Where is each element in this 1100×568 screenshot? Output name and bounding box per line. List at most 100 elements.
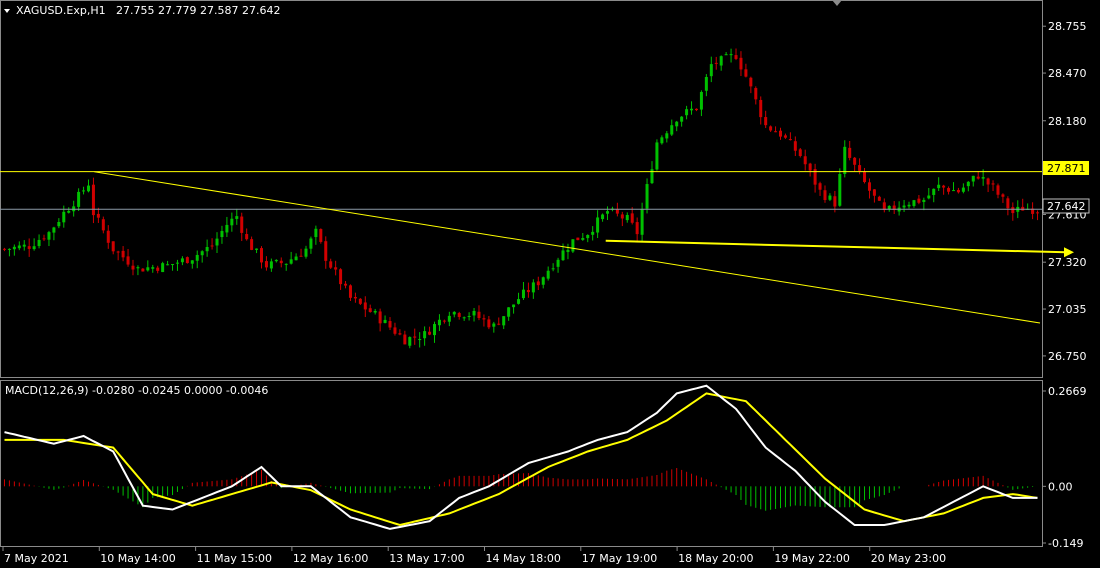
candle	[32, 238, 36, 251]
candle	[324, 236, 328, 269]
candle	[783, 133, 787, 139]
candle	[334, 260, 338, 276]
candle	[769, 125, 773, 132]
candle	[82, 186, 86, 195]
candle	[744, 63, 748, 78]
price-tick-label: 28.180	[1048, 115, 1087, 128]
candle	[156, 265, 160, 274]
candle	[230, 212, 234, 232]
candle	[403, 330, 407, 345]
candle	[922, 197, 926, 211]
time-tick-label: 13 May 17:00	[389, 552, 464, 565]
price-tick-label: 27.320	[1048, 256, 1087, 269]
candle	[937, 177, 941, 191]
candle	[724, 52, 728, 56]
candle	[897, 201, 901, 216]
time-tick-label: 20 May 23:00	[871, 552, 946, 565]
macd-panel-frame	[0, 380, 1043, 547]
candle	[551, 263, 555, 272]
candle	[467, 312, 471, 321]
candle	[877, 195, 881, 201]
candle	[699, 90, 703, 117]
candle	[872, 189, 876, 203]
candle	[294, 253, 298, 261]
time-tick-label: 18 May 20:00	[678, 552, 753, 565]
candle	[952, 182, 955, 192]
candle	[482, 314, 486, 327]
candle	[136, 265, 140, 276]
candle	[190, 260, 194, 269]
macd-tick-label: 0.00	[1048, 480, 1073, 493]
candle	[52, 226, 56, 241]
candle	[596, 210, 600, 238]
candle	[348, 284, 352, 302]
price-tick-label: 26.750	[1048, 350, 1087, 363]
candle	[393, 322, 397, 336]
candle	[121, 246, 125, 262]
axes-group: 28.75528.47028.18027.89527.61027.32027.0…	[2, 20, 1087, 565]
macd-title: MACD(12,26,9) -0.0280 -0.0245 0.0000 -0.…	[5, 384, 268, 397]
candle	[991, 180, 995, 191]
candle	[171, 263, 175, 271]
candle	[235, 208, 239, 225]
candle	[531, 279, 535, 299]
candle	[383, 315, 387, 324]
price-tick-label: 28.755	[1048, 20, 1087, 33]
candle	[685, 105, 689, 120]
candle	[72, 200, 76, 217]
candle	[428, 326, 432, 336]
candle	[210, 238, 214, 250]
macd-signal-line	[4, 392, 1038, 527]
time-tick-label: 7 May 2021	[4, 552, 69, 565]
collapse-triangle-icon[interactable]	[4, 9, 10, 13]
candle	[161, 261, 165, 273]
candle	[848, 140, 852, 161]
arrow-line[interactable]	[605, 239, 1067, 254]
candle	[264, 256, 268, 271]
candle	[892, 201, 896, 214]
candle	[358, 298, 362, 306]
candle	[512, 304, 516, 314]
candle	[373, 308, 377, 315]
chart-canvas[interactable]: 28.75528.47028.18027.89527.61027.32027.0…	[0, 0, 1100, 568]
candle	[853, 156, 857, 172]
candle	[714, 56, 718, 70]
candle	[902, 199, 906, 212]
ohlc-readout: 27.755 27.779 27.587 27.642	[116, 4, 280, 17]
symbol-title: XAGUSD.Exp,H1	[16, 4, 106, 17]
candle	[961, 183, 965, 194]
candle	[245, 228, 249, 241]
overlays-group	[0, 171, 1074, 324]
candle	[675, 120, 679, 132]
candle	[284, 263, 288, 271]
candle	[709, 56, 713, 83]
candle	[166, 260, 170, 266]
candle	[289, 251, 293, 265]
candle	[1031, 202, 1035, 220]
candle	[507, 307, 511, 321]
candle	[813, 163, 817, 193]
candle	[77, 188, 81, 211]
macd-main-line	[4, 384, 1038, 530]
price-panel-frame	[0, 0, 1043, 378]
candle	[299, 248, 303, 257]
candle	[17, 241, 21, 251]
candle	[255, 248, 259, 254]
candle	[566, 243, 570, 260]
candle	[250, 236, 254, 251]
candle	[927, 187, 931, 200]
candle	[556, 257, 560, 273]
candle	[452, 311, 456, 318]
time-tick-label: 19 May 22:00	[774, 552, 849, 565]
candle	[37, 234, 41, 249]
scroll-marker-icon[interactable]	[832, 0, 842, 6]
candle	[645, 178, 649, 214]
candle	[398, 329, 402, 336]
candle	[96, 207, 100, 223]
candle	[739, 51, 743, 77]
candle	[966, 181, 970, 192]
candle	[655, 139, 659, 171]
candle	[793, 136, 797, 157]
candle	[57, 218, 61, 229]
candle	[433, 321, 436, 343]
